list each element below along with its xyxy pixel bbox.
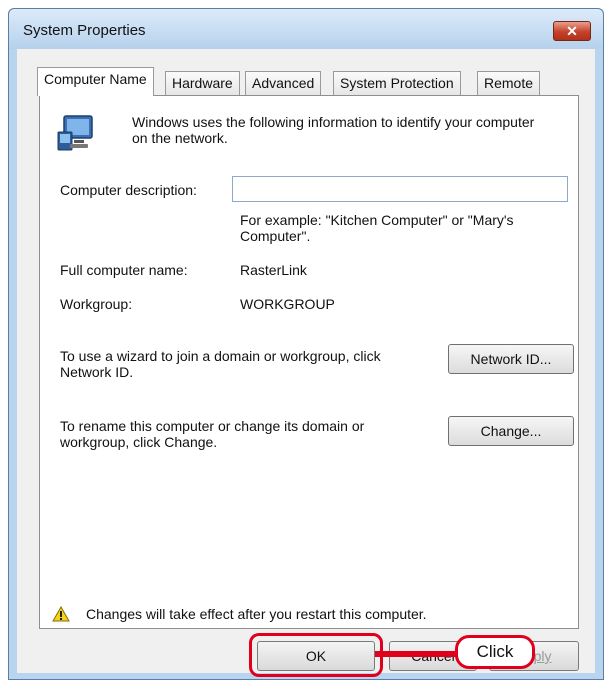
tab-computer-name[interactable]: Computer Name [37,67,154,96]
example-text-line2: Computer". [240,228,311,244]
computer-description-label: Computer description: [60,182,197,198]
network-id-text-line1: To use a wizard to join a domain or work… [60,348,381,364]
full-computer-name-value: RasterLink [240,262,307,278]
close-icon: ✕ [566,23,578,39]
window-title: System Properties [23,22,146,39]
click-callout: Click [455,635,535,669]
intro-text-line1: Windows uses the following information t… [132,114,535,130]
change-text-line1: To rename this computer or change its do… [60,418,365,434]
workgroup-value: WORKGROUP [240,296,335,312]
tab-advanced[interactable]: Advanced [245,71,322,95]
computer-icon [57,115,93,151]
intro-text-line2: on the network. [132,130,228,146]
warning-icon [52,606,70,622]
change-text-line2: workgroup, click Change. [60,434,218,450]
example-text-line1: For example: "Kitchen Computer" or "Mary… [240,212,514,228]
ok-button[interactable]: OK [257,641,375,671]
dialog-client-area: Computer Name Hardware Advanced System P… [17,49,595,677]
full-computer-name-label: Full computer name: [60,262,188,278]
close-button[interactable]: ✕ [553,21,591,41]
workgroup-label: Workgroup: [60,296,133,312]
tab-hardware[interactable]: Hardware [165,71,240,95]
tab-remote[interactable]: Remote [477,71,541,95]
restart-warning-text: Changes will take effect after you resta… [86,606,427,622]
computer-name-panel: Windows uses the following information t… [39,95,579,629]
change-button[interactable]: Change... [448,416,574,446]
network-id-text-line2: Network ID. [60,364,134,380]
computer-description-input[interactable] [232,176,568,202]
tab-system-protection[interactable]: System Protection [333,71,461,95]
network-id-button[interactable]: Network ID... [448,344,574,374]
system-properties-window: System Properties ✕ Computer Name Hardwa… [8,8,604,680]
title-bar: System Properties ✕ [9,9,603,49]
